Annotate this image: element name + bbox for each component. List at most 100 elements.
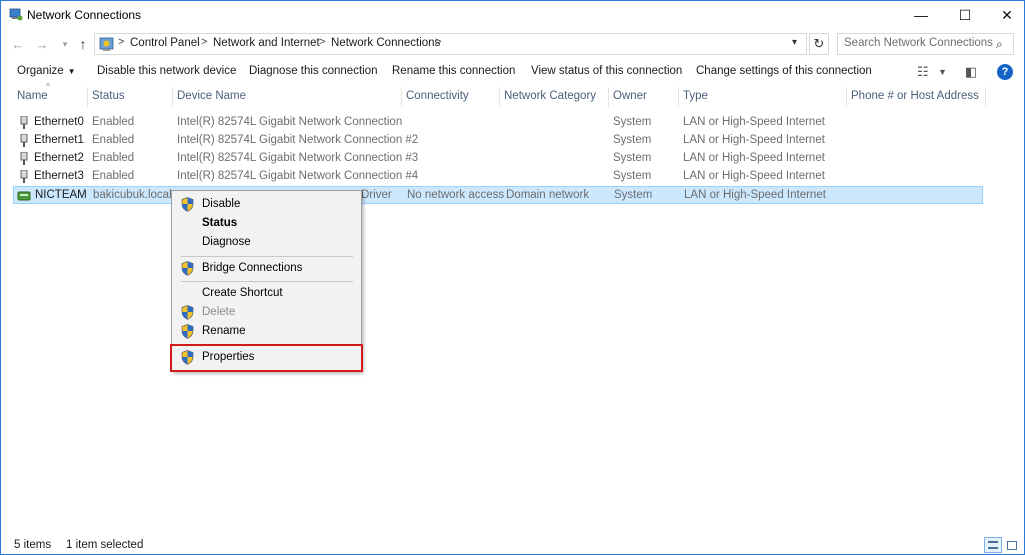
network-adapter-icon	[17, 191, 31, 201]
context-menu: Disable Status Diagnose Bridge Connectio…	[170, 190, 363, 372]
recent-locations-chevron-icon[interactable]: ▾	[56, 35, 74, 53]
network-connections-window: Network Connections — ☐ ✕ ← → ▾ ↑ > Cont…	[0, 0, 1025, 555]
chevron-down-icon: ▼	[67, 67, 76, 76]
network-folder-icon	[9, 8, 23, 21]
details-view-icon[interactable]	[984, 537, 1002, 553]
row-type: LAN or High-Speed Internet	[683, 170, 825, 182]
column-connectivity[interactable]: Connectivity	[402, 87, 500, 107]
rename-connection-button[interactable]: Rename this connection	[392, 65, 515, 77]
table-row[interactable]: Ethernet1 Enabled Intel(R) 82574L Gigabi…	[13, 132, 983, 150]
row-category: Domain network	[506, 189, 590, 201]
column-type[interactable]: Type	[679, 87, 847, 107]
column-network-category[interactable]: Network Category	[500, 87, 609, 107]
menu-item-label: Disable	[202, 198, 241, 210]
breadcrumb-separator-icon: >	[118, 36, 125, 48]
breadcrumb-control-panel[interactable]: Control Panel	[130, 37, 200, 49]
address-row: ← → ▾ ↑ > Control Panel > Network and In…	[1, 31, 1024, 57]
diagnose-connection-button[interactable]: Diagnose this connection	[249, 65, 378, 77]
menu-item-rename[interactable]: Rename	[172, 322, 361, 341]
address-dropdown-chevron-icon[interactable]: ▾	[792, 37, 797, 48]
row-device: Intel(R) 82574L Gigabit Network Connecti…	[177, 116, 403, 128]
ethernet-icon	[20, 170, 28, 183]
item-count: 5 items	[14, 539, 52, 551]
preview-pane-icon[interactable]: ◧	[965, 64, 977, 80]
row-owner: System	[613, 134, 652, 146]
maximize-button[interactable]: ☐	[942, 1, 988, 29]
row-device: Driver	[361, 189, 392, 201]
uac-shield-icon	[181, 197, 194, 212]
row-status: bakicubuk.local	[93, 189, 172, 201]
control-panel-icon	[99, 37, 114, 51]
disable-device-button[interactable]: Disable this network device	[97, 65, 236, 77]
uac-shield-icon	[181, 324, 194, 339]
row-status: Enabled	[92, 134, 135, 146]
menu-item-delete: Delete	[172, 303, 361, 322]
breadcrumb-separator-icon[interactable]: >	[435, 36, 441, 48]
breadcrumb-network-connections[interactable]: Network Connections	[331, 37, 440, 49]
menu-item-label: Create Shortcut	[202, 287, 283, 299]
row-owner: System	[613, 152, 652, 164]
row-device: Intel(R) 82574L Gigabit Network Connecti…	[177, 134, 419, 146]
row-status: Enabled	[92, 116, 135, 128]
table-row-selected[interactable]: NICTEAM bakicubuk.local Driver No networ…	[13, 186, 983, 204]
row-name: Ethernet0	[34, 116, 84, 128]
row-type: LAN or High-Speed Internet	[684, 189, 826, 201]
menu-item-create-shortcut[interactable]: Create Shortcut	[172, 284, 361, 303]
breadcrumb-separator-icon[interactable]: >	[319, 36, 325, 48]
back-arrow-icon[interactable]: ←	[9, 35, 27, 53]
row-name: Ethernet1	[34, 134, 84, 146]
view-options-chevron-icon[interactable]: ▼	[938, 67, 947, 77]
row-name: Ethernet3	[34, 170, 84, 182]
table-row[interactable]: Ethernet3 Enabled Intel(R) 82574L Gigabi…	[13, 168, 983, 186]
column-header: ^ Name Status Device Name Connectivity N…	[1, 82, 1024, 107]
organize-label: Organize	[17, 65, 64, 77]
row-device: Intel(R) 82574L Gigabit Network Connecti…	[177, 152, 419, 164]
forward-arrow-icon[interactable]: →	[33, 35, 51, 53]
row-status: Enabled	[92, 170, 135, 182]
column-status[interactable]: Status	[88, 87, 173, 107]
row-owner: System	[613, 170, 652, 182]
uac-shield-icon	[181, 261, 194, 276]
address-bar[interactable]: > Control Panel > Network and Internet >…	[94, 33, 807, 55]
column-owner[interactable]: Owner	[609, 87, 679, 107]
selected-count: 1 item selected	[66, 539, 144, 551]
view-status-button[interactable]: View status of this connection	[531, 65, 682, 77]
row-type: LAN or High-Speed Internet	[683, 134, 825, 146]
menu-item-bridge-connections[interactable]: Bridge Connections	[172, 259, 361, 278]
status-bar: 5 items 1 item selected	[1, 535, 1024, 555]
search-box[interactable]: ⌕	[837, 33, 1014, 55]
row-type: LAN or High-Speed Internet	[683, 116, 825, 128]
menu-item-disable[interactable]: Disable	[172, 195, 361, 214]
column-device-name[interactable]: Device Name	[173, 87, 402, 107]
row-name: Ethernet2	[34, 152, 84, 164]
row-type: LAN or High-Speed Internet	[683, 152, 825, 164]
close-button[interactable]: ✕	[984, 1, 1025, 29]
column-phone-host[interactable]: Phone # or Host Address	[847, 87, 986, 107]
breadcrumb-separator-icon[interactable]: >	[201, 36, 207, 48]
change-settings-button[interactable]: Change settings of this connection	[696, 65, 872, 77]
search-icon[interactable]: ⌕	[996, 37, 1003, 52]
change-view-icon[interactable]: ☷	[917, 64, 929, 80]
row-status: Enabled	[92, 152, 135, 164]
table-row[interactable]: Ethernet2 Enabled Intel(R) 82574L Gigabi…	[13, 150, 983, 168]
row-owner: System	[613, 116, 652, 128]
search-input[interactable]	[844, 37, 994, 49]
uac-shield-icon	[181, 305, 194, 320]
breadcrumb-network-and-internet[interactable]: Network and Internet	[213, 37, 320, 49]
up-arrow-icon[interactable]: ↑	[74, 35, 92, 53]
menu-item-label: Diagnose	[202, 236, 251, 248]
column-name[interactable]: Name	[13, 87, 88, 107]
menu-item-diagnose[interactable]: Diagnose	[172, 233, 361, 252]
row-name: NICTEAM	[35, 189, 87, 201]
help-icon[interactable]: ?	[997, 64, 1013, 80]
properties-highlight-box	[170, 344, 363, 372]
minimize-button[interactable]: —	[898, 1, 944, 29]
table-row[interactable]: Ethernet0 Enabled Intel(R) 82574L Gigabi…	[13, 114, 983, 132]
row-device: Intel(R) 82574L Gigabit Network Connecti…	[177, 170, 419, 182]
large-icons-view-icon[interactable]	[1003, 537, 1021, 553]
title-bar: Network Connections — ☐ ✕	[1, 1, 1024, 29]
organize-button[interactable]: Organize ▼	[17, 65, 76, 77]
menu-item-status[interactable]: Status	[172, 214, 361, 233]
menu-item-label: Rename	[202, 325, 246, 337]
refresh-icon[interactable]: ↻	[809, 33, 829, 55]
